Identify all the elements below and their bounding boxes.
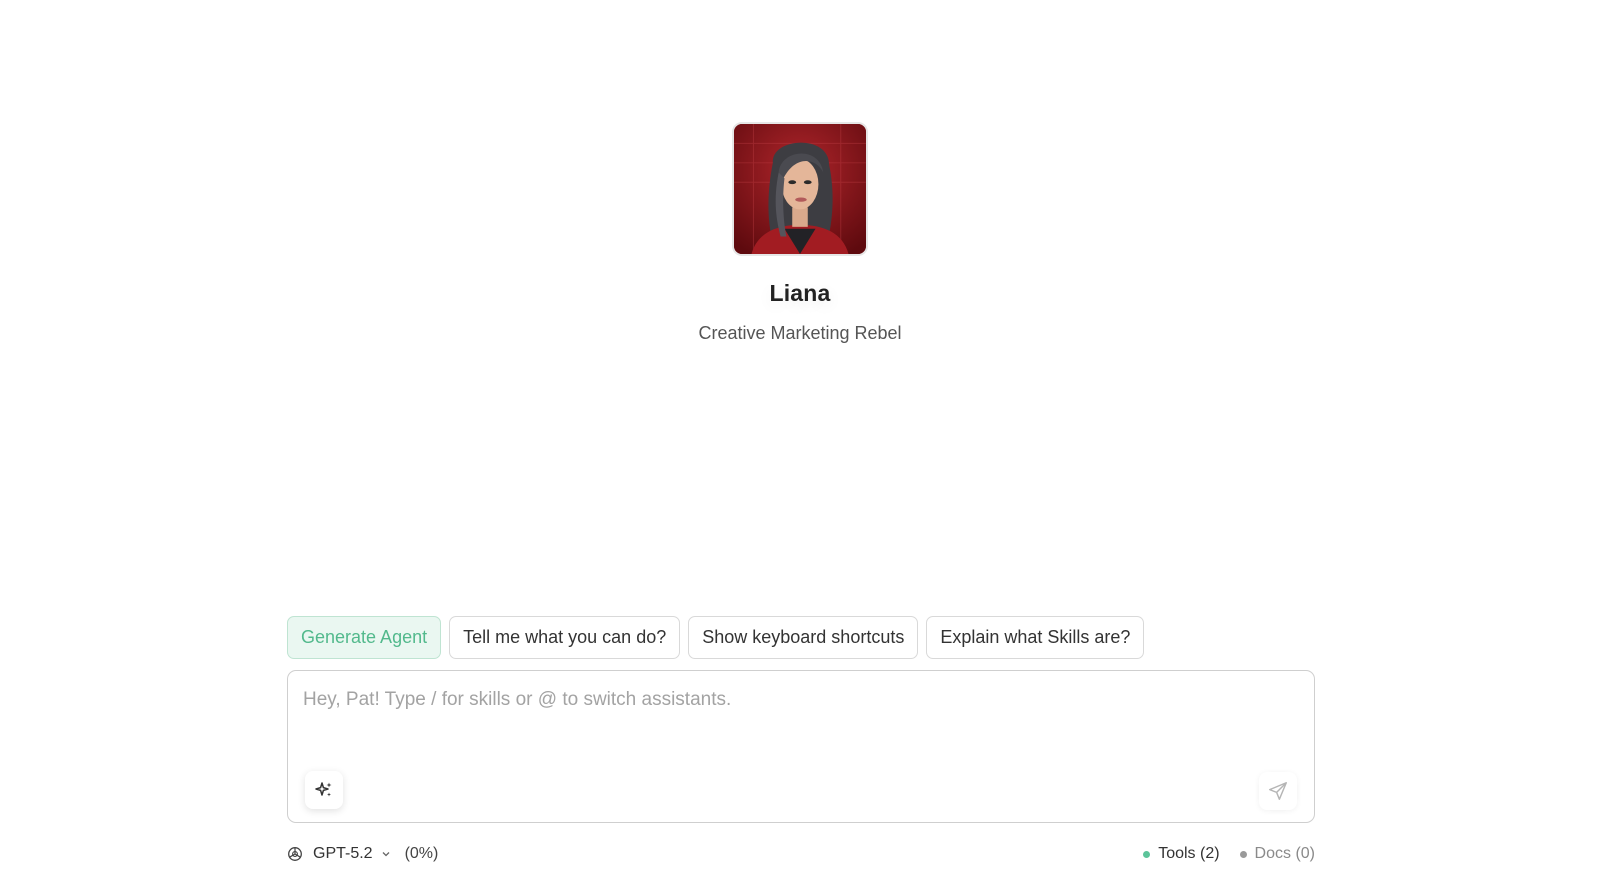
composer-footer: GPT-5.2 (0%) Tools (2) Docs (0) [287,842,1315,866]
docs-label: Docs (0) [1254,845,1315,862]
suggestion-chips: Generate Agent Tell me what you can do? … [287,616,1145,659]
agent-role: Creative Marketing Rebel [698,323,902,343]
footer-right: Tools (2) Docs (0) [1143,845,1315,863]
avatar [732,122,868,256]
message-composer [287,670,1315,823]
agent-profile: Liana Creative Marketing Rebel [0,122,1600,344]
suggestion-keyboard-shortcuts[interactable]: Show keyboard shortcuts [688,616,919,659]
suggestion-generate-agent[interactable]: Generate Agent [287,616,442,659]
agent-portrait-icon [734,124,866,254]
sparkles-icon [315,782,332,797]
suggestion-explain-skills[interactable]: Explain what Skills are? [926,616,1145,659]
model-selector[interactable]: GPT-5.2 [287,845,405,863]
tools-label: Tools (2) [1158,845,1220,862]
tools-toggle[interactable]: Tools (2) [1143,845,1220,863]
send-button[interactable] [1259,772,1297,810]
send-icon [1269,782,1287,800]
docs-status-dot [1239,850,1247,858]
tools-status-dot [1143,850,1151,858]
footer-left: GPT-5.2 (0%) [287,845,438,863]
chevron-down-icon [381,849,391,859]
openai-icon [287,846,303,862]
agent-name: Liana [769,280,831,306]
model-name: GPT-5.2 [313,845,373,862]
docs-toggle[interactable]: Docs (0) [1239,845,1315,863]
chat-page: Liana Creative Marketing Rebel Generate … [0,0,1600,882]
suggestion-what-can-you-do[interactable]: Tell me what you can do? [449,616,681,659]
message-input[interactable] [303,689,1293,729]
context-usage: (0%) [404,845,439,862]
enhance-prompt-button[interactable] [305,771,343,809]
